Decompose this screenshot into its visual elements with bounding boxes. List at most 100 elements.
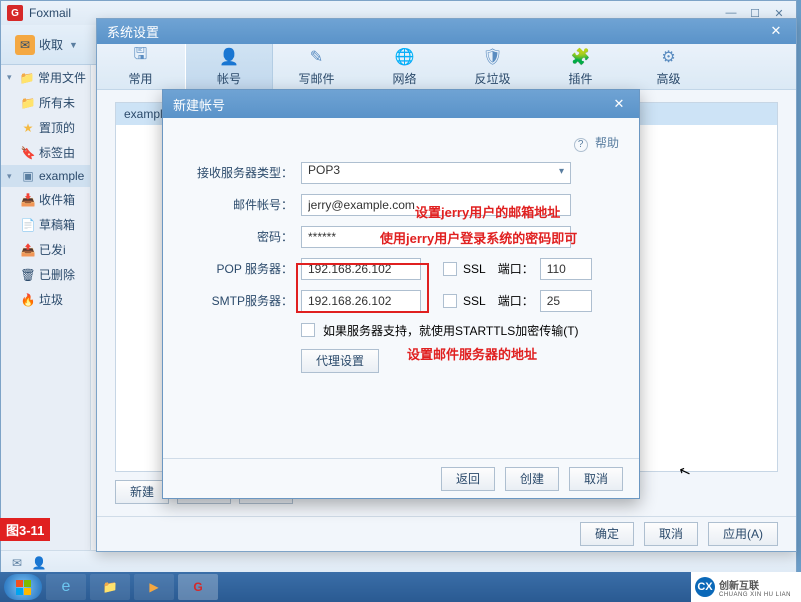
status-bar: ✉ 👤 xyxy=(1,550,796,574)
tree-label: 草稿箱 xyxy=(39,216,75,233)
create-button[interactable]: 创建 xyxy=(505,467,559,491)
pop-port-input[interactable] xyxy=(540,258,592,280)
tree-label: 已删除 xyxy=(39,266,75,283)
folder-icon: 📁 xyxy=(103,580,118,594)
plugin-icon: 🧩 xyxy=(570,46,592,68)
settings-apply-button[interactable]: 应用(A) xyxy=(708,522,778,546)
tree-pinned[interactable]: ★ 置顶的 xyxy=(1,115,90,140)
inbox-icon: ✉ xyxy=(15,35,35,55)
shield-icon: 🛡 xyxy=(482,46,504,68)
tree-label: 标签由 xyxy=(39,144,75,161)
folder-icon: 📁 xyxy=(20,71,34,85)
settings-ok-button[interactable]: 确定 xyxy=(580,522,634,546)
taskbar: e 📁 ▶ G CH ⌨ ▴ ⚑ 🔊 xyxy=(0,572,801,602)
recv-type-select[interactable]: POP3 xyxy=(301,162,571,184)
watermark: CX 创新互联 CHUANG XIN HU LIAN xyxy=(691,572,801,602)
sent-icon: 📤 xyxy=(21,243,35,257)
tree-label: 常用文件 xyxy=(38,69,86,86)
chevron-down-icon[interactable]: ▾ xyxy=(7,171,17,182)
row-starttls: 如果服务器支持，就使用STARTTLS加密传输(T) xyxy=(301,322,619,339)
receive-button[interactable]: ✉ 收取 ▼ xyxy=(9,31,84,59)
row-recv-type: 接收服务器类型： POP3 xyxy=(183,162,619,184)
tree-junk[interactable]: 🔥 垃圾 xyxy=(1,287,90,312)
pop-ssl-label: SSL xyxy=(463,262,486,276)
receive-label: 收取 xyxy=(39,36,63,53)
settings-cancel-button[interactable]: 取消 xyxy=(644,522,698,546)
mail-status-icon[interactable]: ✉ xyxy=(9,555,25,571)
window-title: Foxmail xyxy=(29,6,71,20)
help-label: 帮助 xyxy=(595,136,619,150)
row-smtp-server: SMTP服务器： SSL 端口： xyxy=(183,290,619,312)
tab-antispam[interactable]: 🛡 反垃圾 xyxy=(449,44,537,89)
settings-title-bar: 系统设置 ✕ xyxy=(97,19,796,44)
proxy-settings-button[interactable]: 代理设置 xyxy=(301,349,379,373)
tree-label: 置顶的 xyxy=(39,119,75,136)
watermark-logo-icon: CX xyxy=(695,577,715,597)
tree-tags[interactable]: 🔖 标签由 xyxy=(1,140,90,165)
tree-drafts[interactable]: 📄 草稿箱 xyxy=(1,212,90,237)
tree-inbox[interactable]: 📥 收件箱 xyxy=(1,187,90,212)
ie-icon: e xyxy=(62,578,71,596)
recv-type-value: POP3 xyxy=(308,163,340,177)
smtp-ssl-checkbox[interactable] xyxy=(443,294,457,308)
tab-compose[interactable]: ✎ 写邮件 xyxy=(273,44,361,89)
tab-account[interactable]: 👤 帐号 xyxy=(185,44,273,89)
taskbar-explorer[interactable]: 📁 xyxy=(90,574,130,600)
new-account-body: ? 帮助 接收服务器类型： POP3 邮件帐号： 密码： POP 服务器： SS… xyxy=(163,118,639,458)
tree-sent[interactable]: 📤 已发i xyxy=(1,237,90,262)
label-smtp-server: SMTP服务器： xyxy=(183,292,293,309)
new-account-title: 新建帐号 xyxy=(173,95,225,114)
back-button[interactable]: 返回 xyxy=(441,467,495,491)
new-account-title-bar: 新建帐号 ✕ xyxy=(163,90,639,118)
new-account-button[interactable]: 新建 xyxy=(115,480,169,504)
pop-port-label: 端口： xyxy=(498,260,534,277)
tab-plugin[interactable]: 🧩 插件 xyxy=(537,44,625,89)
folder-icon: 📁 xyxy=(21,96,35,110)
tab-network[interactable]: 🌐 网络 xyxy=(361,44,449,89)
tree-label: 收件箱 xyxy=(39,191,75,208)
taskbar-ie[interactable]: e xyxy=(46,574,86,600)
star-icon: ★ xyxy=(21,121,35,135)
start-button[interactable] xyxy=(4,574,42,600)
settings-close-button[interactable]: ✕ xyxy=(766,21,786,41)
pop-server-input[interactable] xyxy=(301,258,421,280)
tree-account[interactable]: ▾ ▣ example xyxy=(1,165,90,187)
smtp-port-input[interactable] xyxy=(540,290,592,312)
mailbox-icon: ▣ xyxy=(21,169,35,183)
tree-common-files[interactable]: ▾ 📁 常用文件 xyxy=(1,65,90,90)
taskbar-media[interactable]: ▶ xyxy=(134,574,174,600)
tree-all-unread[interactable]: 📁 所有未 xyxy=(1,90,90,115)
label-recv-type: 接收服务器类型： xyxy=(183,164,293,181)
pop-ssl-checkbox[interactable] xyxy=(443,262,457,276)
pen-icon: ✎ xyxy=(306,46,328,68)
trash-icon: 🗑 xyxy=(21,268,35,282)
smtp-port-label: 端口： xyxy=(498,292,534,309)
smtp-server-input[interactable] xyxy=(301,290,421,312)
cancel-button[interactable]: 取消 xyxy=(569,467,623,491)
starttls-checkbox[interactable] xyxy=(301,323,315,337)
row-password: 密码： xyxy=(183,226,619,248)
chevron-down-icon[interactable]: ▼ xyxy=(69,40,78,50)
gear-icon: ⚙ xyxy=(658,46,680,68)
foxmail-icon: G xyxy=(193,580,202,594)
tree-deleted[interactable]: 🗑 已删除 xyxy=(1,262,90,287)
help-link[interactable]: ? 帮助 xyxy=(183,134,619,152)
row-proxy: 代理设置 xyxy=(301,349,619,373)
tag-icon: 🔖 xyxy=(21,146,35,160)
flame-icon: 🔥 xyxy=(21,293,35,307)
windows-logo-icon xyxy=(16,580,31,595)
chevron-down-icon[interactable]: ▾ xyxy=(7,72,16,83)
label-mail-account: 邮件帐号： xyxy=(183,196,293,213)
tab-advanced[interactable]: ⚙ 高级 xyxy=(625,44,713,89)
tab-general[interactable]: 🖫 常用 xyxy=(97,44,185,89)
label-pop-server: POP 服务器： xyxy=(183,260,293,277)
new-account-close-button[interactable]: ✕ xyxy=(609,94,629,114)
row-mail-account: 邮件帐号： xyxy=(183,194,619,216)
contact-status-icon[interactable]: 👤 xyxy=(31,555,47,571)
media-player-icon: ▶ xyxy=(149,580,158,594)
tree-label: 垃圾 xyxy=(39,291,63,308)
settings-footer: 确定 取消 应用(A) xyxy=(97,516,796,551)
mail-account-input[interactable] xyxy=(301,194,571,216)
taskbar-foxmail[interactable]: G xyxy=(178,574,218,600)
password-input[interactable] xyxy=(301,226,571,248)
